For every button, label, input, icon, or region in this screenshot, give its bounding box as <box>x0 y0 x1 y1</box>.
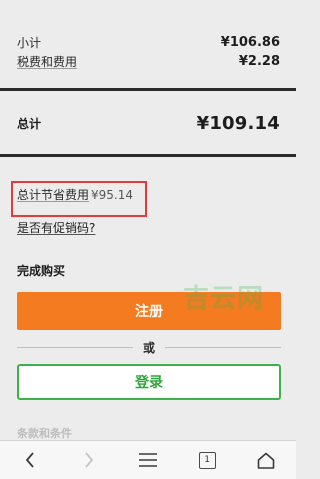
subtotal-row: 小计 ¥106.86 <box>17 33 280 51</box>
menu-button[interactable] <box>128 442 168 478</box>
register-button[interactable]: 注册 <box>17 292 281 330</box>
tax-row: 税费和费用 ¥2.28 <box>17 52 280 70</box>
savings-row: 总计节省费用 ¥95.14 <box>17 186 133 203</box>
divider-bottom <box>0 154 296 157</box>
divider-top <box>0 88 296 91</box>
tabs-icon: 1 <box>198 451 216 469</box>
forward-arrow-icon <box>85 452 93 468</box>
savings-label[interactable]: 总计节省费用 <box>17 188 89 202</box>
home-button[interactable] <box>246 442 286 478</box>
back-arrow-icon <box>25 452 34 468</box>
tax-value: ¥2.28 <box>238 53 280 69</box>
promo-code-link[interactable]: 是否有促销码? <box>17 219 95 236</box>
or-label: 或 <box>143 340 156 355</box>
back-button[interactable] <box>10 442 50 478</box>
tax-label[interactable]: 税费和费用 <box>17 53 77 70</box>
subtotal-value: ¥106.86 <box>220 34 280 50</box>
or-separator: 或 <box>17 338 282 356</box>
tabs-button[interactable]: 1 <box>187 442 227 478</box>
forward-button[interactable] <box>69 442 109 478</box>
terms-link[interactable]: 条款和条件 <box>17 425 72 441</box>
or-line-left <box>17 346 133 348</box>
browser-bottom-bar: 1 <box>0 440 296 479</box>
checkout-heading: 完成购买 <box>17 264 66 278</box>
or-line-right <box>165 346 282 348</box>
total-label: 总计 <box>17 116 42 131</box>
login-button[interactable]: 登录 <box>17 364 281 400</box>
home-icon <box>258 452 275 469</box>
total-row: 总计 ¥109.14 <box>17 110 280 136</box>
savings-value: ¥95.14 <box>91 188 134 202</box>
subtotal-label: 小计 <box>17 35 42 50</box>
total-value: ¥109.14 <box>196 112 280 134</box>
menu-icon <box>138 453 157 467</box>
